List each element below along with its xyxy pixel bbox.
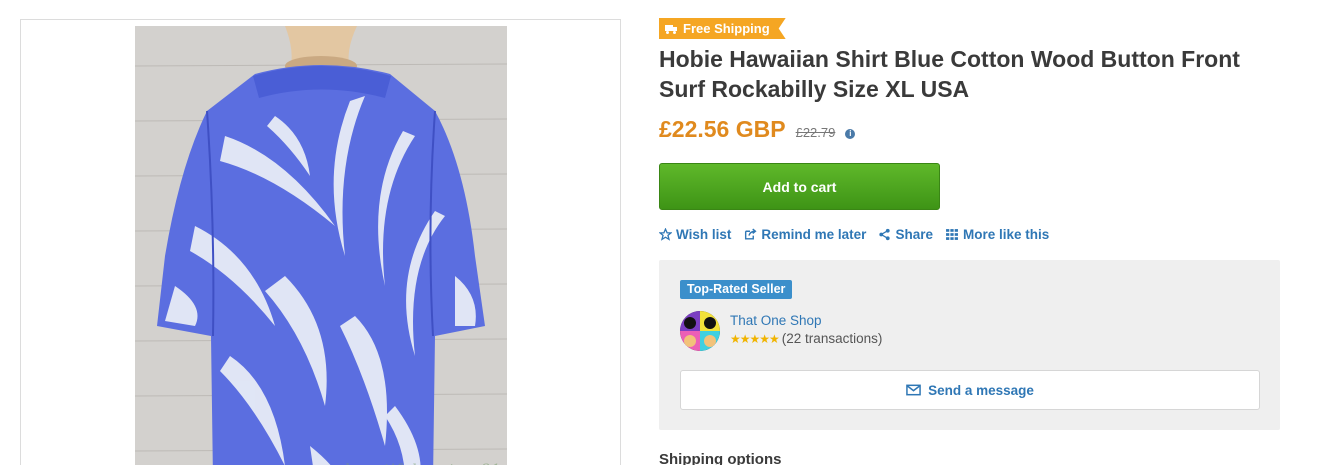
transaction-count: (22 transactions) — [781, 331, 883, 346]
action-links: Wish list Remind me later Share More lik… — [659, 227, 1049, 242]
shipping-options-heading: Shipping options — [659, 451, 782, 465]
original-price: £22.79 — [795, 125, 836, 140]
envelope-icon — [906, 384, 921, 396]
top-rated-seller-badge: Top-Rated Seller — [680, 280, 793, 299]
more-like-this-label: More like this — [962, 227, 1050, 242]
seller-rating: ★★★★★ (22 transactions) — [730, 331, 882, 346]
share-nodes-icon — [879, 228, 891, 241]
wish-list-link[interactable]: Wish list — [659, 227, 731, 242]
more-like-this-link[interactable]: More like this — [945, 227, 1049, 242]
remind-me-later-link[interactable]: Remind me later — [743, 227, 866, 242]
free-shipping-badge: Free Shipping — [659, 18, 786, 39]
wish-list-label: Wish list — [676, 227, 732, 242]
free-shipping-label: Free Shipping — [683, 21, 770, 36]
share-label: Share — [895, 227, 933, 242]
send-message-label: Send a message — [928, 382, 1034, 398]
product-photo[interactable]: beautifulmystery31 — [135, 26, 507, 465]
current-price: £22.56 GBP — [659, 116, 786, 142]
share-external-icon — [745, 228, 757, 240]
truck-icon — [665, 24, 678, 34]
add-to-cart-button[interactable]: Add to cart — [659, 163, 940, 210]
share-link[interactable]: Share — [878, 227, 933, 242]
remind-me-later-label: Remind me later — [761, 227, 867, 242]
grid-icon — [946, 229, 958, 240]
rating-stars-icon: ★★★★★ — [730, 331, 780, 346]
product-title: Hobie Hawaiian Shirt Blue Cotton Wood Bu… — [659, 46, 1240, 102]
star-outline-icon — [659, 228, 672, 241]
info-icon[interactable]: i — [845, 129, 856, 139]
avatar-image — [680, 311, 720, 351]
product-image-frame[interactable]: beautifulmystery31 — [20, 19, 621, 465]
seller-box: Top-Rated Seller That One Shop ★★★★★ (22… — [659, 260, 1280, 430]
shop-name-link[interactable]: That One Shop — [730, 313, 822, 328]
send-message-button[interactable]: Send a message — [680, 370, 1260, 410]
shop-avatar[interactable] — [680, 311, 720, 351]
price-row: £22.56 GBP £22.79 i — [659, 116, 856, 143]
shirt-illustration — [135, 26, 507, 465]
